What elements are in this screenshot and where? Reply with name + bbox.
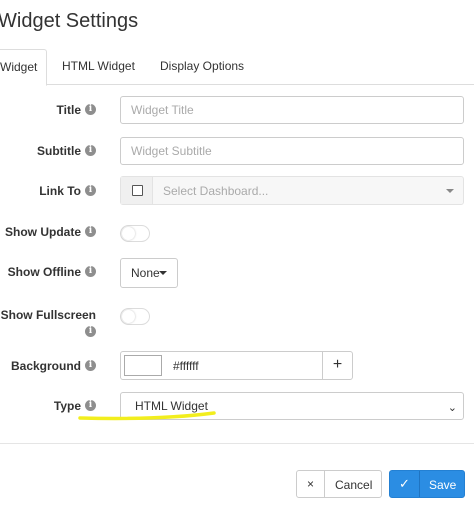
dialog-title: Widget Settings (0, 10, 139, 32)
toggle-knob (122, 310, 135, 323)
cancel-button[interactable]: × Cancel (296, 470, 382, 498)
show-offline-dropdown[interactable]: None (120, 258, 178, 288)
type-label: Type (53, 399, 81, 413)
footer-divider (0, 443, 474, 444)
info-icon[interactable]: i (85, 145, 96, 157)
background-label-row: Background i (11, 359, 96, 373)
show-offline-value: None (131, 266, 160, 280)
subtitle-label: Subtitle (37, 144, 81, 158)
caret-down-icon (159, 271, 167, 275)
show-fullscreen-label: Show Fullscreen (0, 308, 96, 322)
info-icon[interactable]: i (85, 360, 96, 372)
link-to-label-row: Link To i (39, 184, 96, 198)
link-to-label: Link To (39, 184, 81, 198)
background-color-picker: #ffffff + (120, 351, 353, 380)
tab-html-widget[interactable]: HTML Widget (62, 49, 135, 85)
link-to-checkbox[interactable] (132, 185, 143, 196)
link-to-placeholder: Select Dashboard... (163, 184, 269, 198)
info-icon[interactable]: i (85, 185, 96, 197)
info-icon[interactable]: i (85, 226, 96, 238)
tab-bar: Widget HTML Widget Display Options (0, 49, 474, 86)
subtitle-label-row: Subtitle i (37, 144, 96, 158)
chevron-down-icon (446, 189, 454, 193)
title-label: Title (56, 103, 81, 117)
info-icon[interactable]: i (85, 266, 96, 278)
info-icon[interactable]: i (85, 326, 96, 338)
cancel-label: Cancel (335, 478, 373, 492)
color-swatch[interactable] (124, 355, 162, 376)
show-fullscreen-toggle[interactable] (120, 308, 150, 325)
title-label-row: Title i (57, 103, 96, 117)
checkmark-icon: ✓ (390, 471, 420, 497)
show-update-label-row: Show Update i (5, 225, 96, 239)
link-to-checkbox-cell (121, 177, 153, 204)
show-fullscreen-label-row: Show Fullscreen i (1, 308, 96, 339)
link-to-select[interactable]: Select Dashboard... (120, 176, 464, 205)
show-offline-label: Show Offline (7, 265, 81, 279)
close-icon: × (297, 471, 325, 497)
info-icon[interactable]: i (85, 104, 96, 116)
show-update-toggle[interactable] (120, 225, 150, 242)
add-color-button[interactable]: + (322, 352, 352, 379)
save-button[interactable]: ✓ Save (389, 470, 465, 498)
subtitle-input[interactable] (120, 137, 464, 165)
background-label: Background (10, 359, 81, 373)
toggle-knob (122, 227, 135, 240)
tab-display-options[interactable]: Display Options (160, 49, 244, 85)
background-color-value[interactable]: #ffffff (173, 359, 199, 373)
tab-widget[interactable]: Widget (0, 49, 47, 86)
show-offline-label-row: Show Offline i (8, 265, 96, 279)
show-update-label: Show Update (4, 225, 81, 239)
yellow-highlight-annotation (78, 411, 216, 421)
chevron-down-icon: ⌄ (447, 401, 457, 414)
save-label: Save (429, 478, 457, 492)
title-input[interactable] (120, 96, 464, 124)
